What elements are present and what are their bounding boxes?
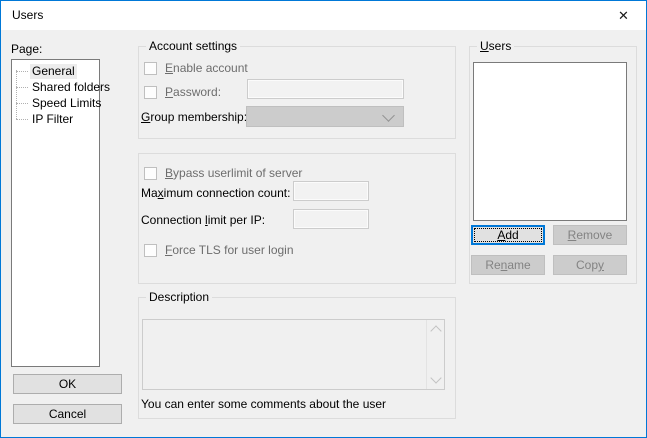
tree-item-ip-filter[interactable]: IP Filter [12, 111, 99, 127]
password-label: Password: [165, 85, 221, 99]
page-tree[interactable]: General Shared folders Speed Limits IP F… [11, 59, 100, 367]
window-title: Users [12, 1, 43, 30]
page-tree-items: General Shared folders Speed Limits IP F… [12, 60, 99, 366]
users-dialog: Users ✕ Page: General Shared folders Spe… [0, 0, 647, 438]
bypass-userlimit-checkbox[interactable] [144, 167, 157, 180]
force-tls-checkbox[interactable] [144, 244, 157, 257]
tree-item-general[interactable]: General [12, 63, 99, 79]
description-caption: Description [146, 290, 212, 305]
tree-item-speed-limits[interactable]: Speed Limits [12, 95, 99, 111]
ok-button[interactable]: OK [13, 374, 122, 394]
users-caption: Users [477, 39, 514, 54]
connection-limit-label: Connection limit per IP: [141, 213, 265, 227]
remove-button[interactable]: Remove [553, 225, 627, 245]
users-listbox[interactable] [473, 62, 627, 221]
add-button[interactable]: Add [471, 225, 545, 245]
connection-limit-input[interactable] [293, 209, 369, 229]
tree-item-shared-folders[interactable]: Shared folders [12, 79, 99, 95]
bypass-userlimit-label: Bypass userlimit of server [165, 166, 302, 180]
description-textarea[interactable] [142, 319, 445, 390]
enable-account-checkbox[interactable] [144, 62, 157, 75]
page-label: Page: [11, 42, 42, 56]
copy-button[interactable]: Copy [553, 255, 627, 275]
cancel-button[interactable]: Cancel [13, 404, 122, 424]
rename-button[interactable]: Rename [471, 255, 545, 275]
max-connection-input[interactable] [293, 181, 369, 201]
password-input[interactable] [247, 79, 404, 99]
scroll-up-icon[interactable] [430, 325, 441, 336]
force-tls-label: Force TLS for user login [165, 243, 294, 257]
password-checkbox[interactable] [144, 86, 157, 99]
chevron-down-icon [382, 109, 395, 122]
enable-account-label: Enable account [165, 61, 248, 75]
description-scrollbar[interactable] [426, 320, 444, 389]
max-connection-label: Maximum connection count: [141, 186, 290, 200]
titlebar: Users ✕ [1, 1, 646, 30]
group-membership-dropdown[interactable] [246, 106, 404, 127]
scroll-down-icon[interactable] [430, 372, 441, 383]
group-membership-label: Group membership: [141, 110, 247, 124]
description-hint: You can enter some comments about the us… [141, 397, 386, 411]
close-icon[interactable]: ✕ [601, 1, 646, 30]
account-settings-caption: Account settings [146, 39, 240, 54]
focus-ring [474, 228, 542, 242]
